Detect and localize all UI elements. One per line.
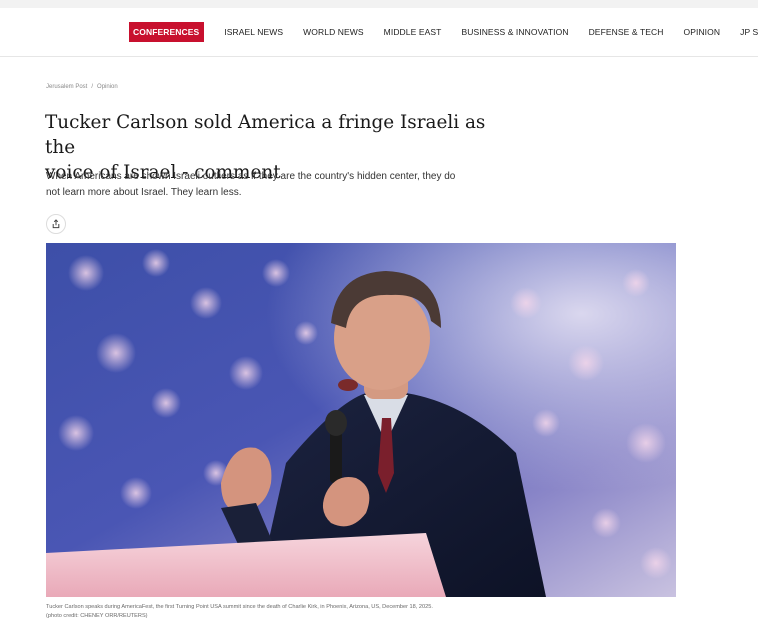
- hero-caption: Tucker Carlson speaks during AmericaFest…: [46, 603, 676, 621]
- nav-israel-news[interactable]: ISRAEL NEWS: [224, 27, 283, 37]
- headline-line-1: Tucker Carlson sold America a fringe Isr…: [45, 112, 486, 158]
- caption-text: Tucker Carlson speaks during AmericaFest…: [46, 604, 433, 610]
- section-nav: CONFERENCES ISRAEL NEWS WORLD NEWS MIDDL…: [129, 22, 758, 42]
- share-icon: [52, 219, 60, 229]
- nav-jp-store[interactable]: JP STORE: [740, 27, 758, 37]
- breadcrumb: Jerusalem Post / Opinion: [46, 84, 118, 90]
- hero-photo: [46, 243, 676, 597]
- dek-line-2: not learn more about Israel. They learn …: [46, 187, 242, 198]
- article-dek: When Americans are shown Israeli outlier…: [46, 169, 506, 201]
- breadcrumb-separator: /: [91, 84, 94, 90]
- hero-image: [46, 243, 676, 597]
- nav-business-innovation[interactable]: BUSINESS & INNOVATION: [461, 27, 568, 37]
- nav-conferences[interactable]: CONFERENCES: [129, 22, 205, 42]
- nav-middle-east[interactable]: MIDDLE EAST: [384, 27, 442, 37]
- nav-opinion[interactable]: OPINION: [684, 27, 721, 37]
- nav-defense-tech[interactable]: DEFENSE & TECH: [589, 27, 664, 37]
- nav-world-news[interactable]: WORLD NEWS: [303, 27, 364, 37]
- photo-credit: (photo credit: CHENEY ORR/REUTERS): [46, 613, 148, 619]
- top-strip: [0, 0, 758, 8]
- dek-line-1: When Americans are shown Israeli outlier…: [46, 171, 456, 182]
- main-navbar: CONFERENCES ISRAEL NEWS WORLD NEWS MIDDL…: [0, 8, 758, 57]
- share-button[interactable]: [46, 214, 66, 234]
- breadcrumb-home[interactable]: Jerusalem Post: [46, 84, 87, 90]
- breadcrumb-section[interactable]: Opinion: [97, 84, 118, 90]
